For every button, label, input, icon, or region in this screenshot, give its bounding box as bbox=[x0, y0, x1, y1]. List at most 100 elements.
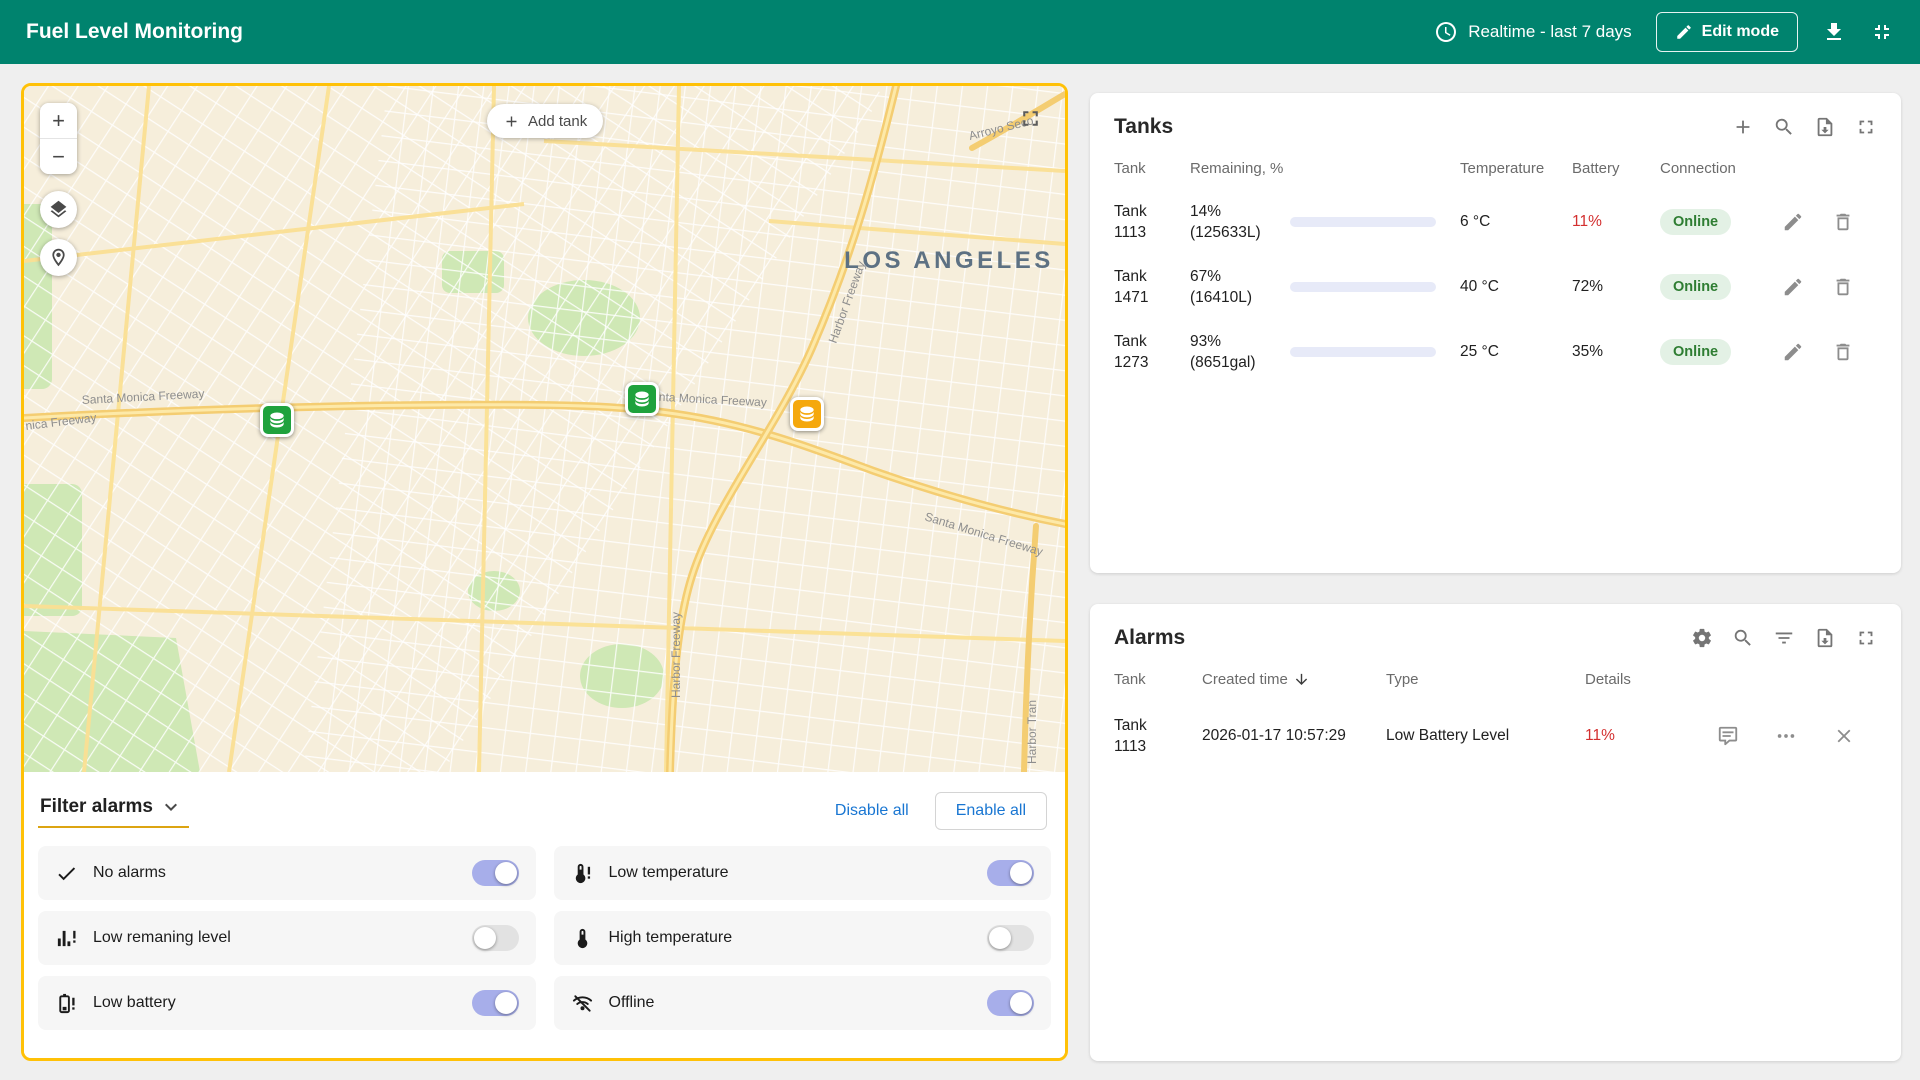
map-fullscreen-button[interactable] bbox=[1018, 106, 1043, 131]
export-icon[interactable] bbox=[1814, 116, 1836, 138]
offline-toggle[interactable] bbox=[987, 990, 1034, 1016]
disable-all-button[interactable]: Disable all bbox=[835, 802, 909, 820]
col-remaining: Remaining, % bbox=[1190, 160, 1460, 177]
alarm-created-time: 2026-01-17 10:57:29 bbox=[1202, 727, 1386, 745]
search-icon[interactable] bbox=[1732, 627, 1754, 649]
filter-row-offline: Offline bbox=[554, 976, 1052, 1030]
tank-row-1471[interactable]: Tank 1471 67% (16410L) 40 °C 72% Online bbox=[1090, 254, 1901, 319]
filter-row-low-battery: Low battery bbox=[38, 976, 536, 1030]
filter-row-low-remaining: Low remaning level bbox=[38, 911, 536, 965]
filter-label: No alarms bbox=[93, 864, 166, 882]
level-chart-icon bbox=[55, 927, 78, 950]
settings-gear-icon[interactable] bbox=[1691, 627, 1713, 649]
tank-name: Tank 1471 bbox=[1114, 266, 1168, 308]
edit-icon[interactable] bbox=[1782, 341, 1804, 363]
tank-name: Tank 1273 bbox=[1114, 331, 1168, 373]
remaining-progress-bar bbox=[1290, 347, 1436, 357]
filter-label: Low battery bbox=[93, 994, 176, 1012]
timewindow-button[interactable]: Realtime - last 7 days bbox=[1434, 20, 1631, 44]
sort-desc-icon bbox=[1293, 671, 1310, 688]
tank-remaining: 93% (8651gal) bbox=[1190, 331, 1282, 373]
col-tank: Tank bbox=[1114, 160, 1190, 177]
col-type: Type bbox=[1386, 671, 1585, 688]
top-bar: Fuel Level Monitoring Realtime - last 7 … bbox=[0, 0, 1920, 64]
close-icon[interactable] bbox=[1833, 725, 1855, 747]
tank-temperature: 6 °C bbox=[1460, 213, 1572, 231]
filter-alarms-dropdown[interactable]: Filter alarms bbox=[38, 795, 189, 828]
fuel-tank-icon bbox=[797, 404, 817, 424]
location-button[interactable] bbox=[40, 239, 77, 276]
zoom-in-button[interactable]: + bbox=[40, 103, 77, 138]
delete-icon[interactable] bbox=[1832, 341, 1854, 363]
tanks-widget: Tanks Tank Remaining, % Temperature Batt… bbox=[1090, 93, 1901, 573]
delete-icon[interactable] bbox=[1832, 276, 1854, 298]
fuel-tank-icon bbox=[267, 410, 287, 430]
high-temperature-toggle[interactable] bbox=[987, 925, 1034, 951]
filter-label: High temperature bbox=[609, 929, 733, 947]
fullscreen-icon[interactable] bbox=[1855, 116, 1877, 138]
add-tank-button[interactable]: Add tank bbox=[487, 104, 603, 138]
thermometer-low-icon bbox=[571, 862, 594, 885]
comment-icon[interactable] bbox=[1717, 725, 1739, 747]
zoom-out-button[interactable]: − bbox=[40, 139, 77, 174]
time-range-label: Realtime - last 7 days bbox=[1468, 22, 1631, 42]
filter-row-high-temperature: High temperature bbox=[554, 911, 1052, 965]
fullscreen-exit-icon[interactable] bbox=[1870, 20, 1894, 44]
alarms-title: Alarms bbox=[1114, 626, 1691, 650]
connection-status-badge: Online bbox=[1660, 209, 1731, 235]
more-options-icon[interactable] bbox=[1775, 725, 1797, 747]
tanks-title: Tanks bbox=[1114, 115, 1732, 139]
tank-row-1273[interactable]: Tank 1273 93% (8651gal) 25 °C 35% Online bbox=[1090, 319, 1901, 384]
alarm-type: Low Battery Level bbox=[1386, 727, 1585, 745]
top-bar-actions: Realtime - last 7 days Edit mode bbox=[1434, 12, 1894, 52]
layers-button[interactable] bbox=[40, 191, 77, 228]
map-widget: Santa Monica Freeway Santa Monica Freewa… bbox=[21, 83, 1068, 1061]
clock-icon bbox=[1434, 20, 1458, 44]
tank-row-1113[interactable]: Tank 1113 14% (125633L) 6 °C 11% Online bbox=[1090, 189, 1901, 254]
tank-marker-green-2[interactable] bbox=[625, 382, 659, 416]
tank-marker-green-1[interactable] bbox=[260, 403, 294, 437]
col-details: Details bbox=[1585, 671, 1695, 688]
add-icon[interactable] bbox=[1732, 116, 1754, 138]
edit-mode-button[interactable]: Edit mode bbox=[1656, 12, 1798, 52]
alarm-row-tank-1113[interactable]: Tank 1113 2026-01-17 10:57:29 Low Batter… bbox=[1090, 700, 1901, 772]
fullscreen-icon[interactable] bbox=[1855, 627, 1877, 649]
tank-marker-orange-1[interactable] bbox=[790, 397, 824, 431]
low-temperature-toggle[interactable] bbox=[987, 860, 1034, 886]
no-alarms-toggle[interactable] bbox=[472, 860, 519, 886]
map-canvas[interactable]: Santa Monica Freeway Santa Monica Freewa… bbox=[24, 86, 1065, 772]
battery-low-icon bbox=[55, 992, 78, 1015]
tank-battery: 11% bbox=[1572, 213, 1660, 231]
filter-icon[interactable] bbox=[1773, 627, 1795, 649]
tank-battery: 72% bbox=[1572, 278, 1660, 296]
delete-icon[interactable] bbox=[1832, 211, 1854, 233]
alarm-details: 11% bbox=[1585, 727, 1695, 745]
enable-all-button[interactable]: Enable all bbox=[935, 792, 1047, 830]
layers-icon bbox=[48, 199, 69, 220]
road-label: Harbor Freeway bbox=[669, 612, 683, 698]
map-pin-icon bbox=[48, 247, 69, 268]
export-icon[interactable] bbox=[1814, 627, 1836, 649]
tank-battery: 35% bbox=[1572, 343, 1660, 361]
search-icon[interactable] bbox=[1773, 116, 1795, 138]
check-icon bbox=[55, 862, 78, 885]
edit-icon[interactable] bbox=[1782, 276, 1804, 298]
col-created-time[interactable]: Created time bbox=[1202, 671, 1386, 688]
thermometer-high-icon bbox=[571, 927, 594, 950]
col-tank: Tank bbox=[1114, 671, 1202, 688]
city-label: LOS ANGELES bbox=[844, 247, 1054, 274]
tank-name: Tank 1113 bbox=[1114, 201, 1168, 243]
tank-remaining: 14% (125633L) bbox=[1190, 201, 1282, 243]
col-battery: Battery bbox=[1572, 160, 1660, 177]
download-icon[interactable] bbox=[1822, 20, 1846, 44]
remaining-progress-bar bbox=[1290, 217, 1436, 227]
tank-temperature: 25 °C bbox=[1460, 343, 1572, 361]
alarms-widget: Alarms Tank Created time Type Details Ta… bbox=[1090, 604, 1901, 1061]
connection-status-badge: Online bbox=[1660, 339, 1731, 365]
low-remaining-level-toggle[interactable] bbox=[472, 925, 519, 951]
edit-icon[interactable] bbox=[1782, 211, 1804, 233]
alarm-tank: Tank 1113 bbox=[1114, 715, 1168, 757]
alarms-table-header: Tank Created time Type Details bbox=[1090, 658, 1901, 700]
add-tank-label: Add tank bbox=[528, 113, 587, 130]
low-battery-toggle[interactable] bbox=[472, 990, 519, 1016]
